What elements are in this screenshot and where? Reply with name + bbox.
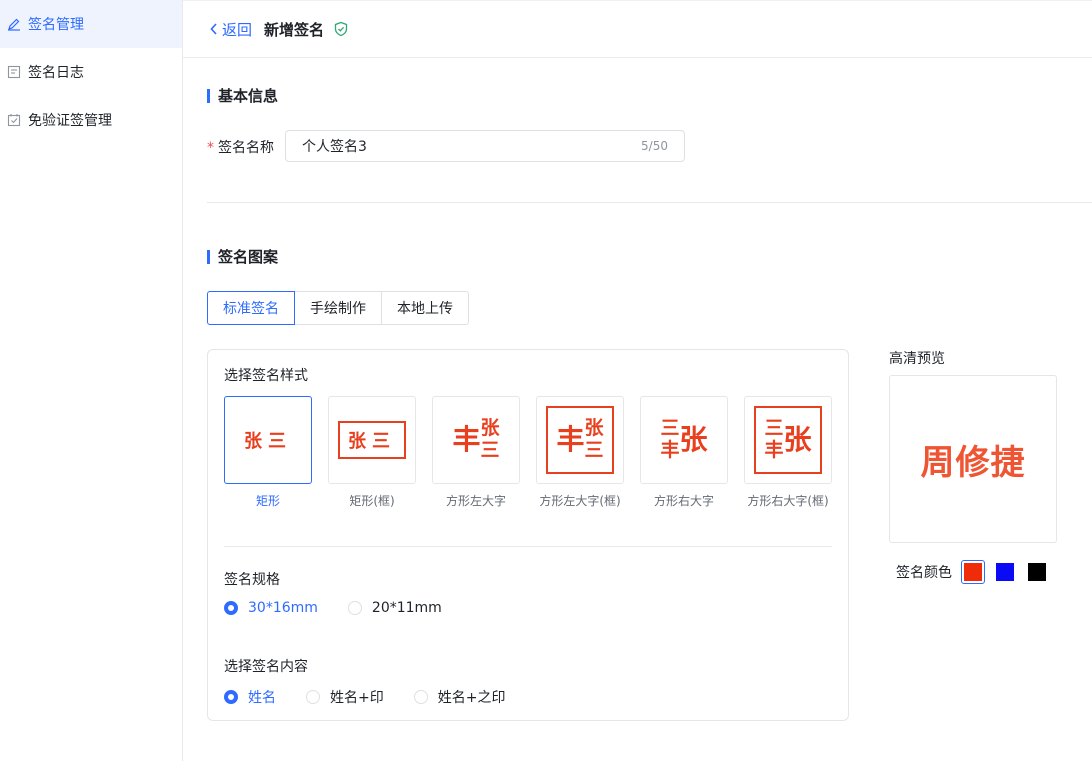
sidebar-item-label: 免验证签管理 bbox=[28, 113, 112, 129]
radio-content-name-seal[interactable]: 姓名+印 bbox=[306, 687, 384, 707]
radio-dot[interactable] bbox=[224, 690, 238, 704]
signature-style-panel: 选择签名样式 张三 矩形 张三 矩形(框) 丰 张 三 方形左大字 丰 张 三 … bbox=[207, 349, 849, 721]
sidebar-item-label: 签名管理 bbox=[28, 17, 84, 33]
size-radio-group: 30*16mm 20*11mm bbox=[224, 600, 472, 616]
style-caption: 矩形 bbox=[255, 494, 280, 508]
radio-label: 姓名 bbox=[248, 690, 276, 706]
size-label: 签名规格 bbox=[224, 572, 280, 588]
verify-icon bbox=[7, 113, 21, 127]
seal-preview-square-left-framed: 丰 张三 bbox=[546, 406, 614, 474]
section-divider bbox=[207, 202, 1092, 203]
style-option-square-left-big-framed[interactable]: 丰 张三 方形左大字(框) bbox=[536, 396, 624, 509]
page-header: 返回 新增签名 bbox=[183, 0, 1092, 58]
back-button[interactable]: 返回 bbox=[209, 19, 252, 40]
style-thumbnail[interactable]: 张三 bbox=[328, 396, 416, 484]
page-title: 新增签名 bbox=[264, 20, 325, 39]
radio-dot[interactable] bbox=[347, 601, 362, 615]
style-label: 选择签名样式 bbox=[224, 368, 308, 384]
shield-check-icon bbox=[334, 21, 348, 37]
style-options: 张三 矩形 张三 矩形(框) 丰 张三 方形左大字 丰 张 三 方形左大字(框)… bbox=[224, 396, 832, 509]
signature-color-picker: 签名颜色 bbox=[896, 560, 1057, 584]
style-thumbnail[interactable]: 丰 张三 bbox=[432, 396, 520, 484]
style-caption: 方形右大字(框) bbox=[747, 494, 829, 508]
radio-dot[interactable] bbox=[306, 690, 320, 704]
main-content: 返回 新增签名 基本信息 * 签名名称 个人签名3 5/50 签名图案 标准签名 … bbox=[183, 0, 1092, 761]
radio-size-30x16[interactable]: 30*16mm bbox=[224, 600, 318, 616]
signature-name-value[interactable]: 个人签名3 bbox=[302, 136, 367, 156]
radio-content-name-zhi-seal[interactable]: 姓名+之印 bbox=[413, 687, 506, 707]
style-option-rectangle[interactable]: 张三 矩形 bbox=[224, 396, 312, 509]
swatch-fill[interactable] bbox=[996, 563, 1014, 581]
panel-divider bbox=[224, 546, 832, 547]
radio-dot[interactable] bbox=[413, 690, 428, 704]
sidebar-item-label: 签名日志 bbox=[28, 65, 84, 81]
section-title-text: 基本信息 bbox=[218, 87, 279, 105]
back-label: 返回 bbox=[222, 20, 253, 39]
radio-label: 姓名+之印 bbox=[437, 690, 506, 706]
signature-name-input[interactable]: 个人签名3 5/50 bbox=[285, 130, 685, 162]
style-option-rectangle-framed[interactable]: 张三 矩形(框) bbox=[328, 396, 416, 509]
pen-icon bbox=[7, 17, 21, 31]
radio-label: 30*16mm bbox=[248, 600, 318, 616]
sidebar-item-signature-management[interactable]: 签名管理 bbox=[0, 0, 182, 48]
style-thumbnail[interactable]: 三丰 张 bbox=[744, 396, 832, 484]
seal-preview-square-right: 三丰 张 bbox=[660, 417, 708, 461]
section-accent-bar bbox=[207, 249, 210, 264]
sidebar-item-signature-log[interactable]: 签名日志 bbox=[0, 48, 182, 96]
pattern-tabs: 标准签名 手绘制作 本地上传 bbox=[207, 291, 469, 325]
style-thumbnail[interactable]: 丰 张三 bbox=[536, 396, 624, 484]
radio-size-20x11[interactable]: 20*11mm bbox=[347, 600, 442, 616]
style-thumbnail[interactable]: 三丰 张 bbox=[640, 396, 728, 484]
tab-local-upload[interactable]: 本地上传 bbox=[381, 291, 469, 325]
content-label: 选择签名内容 bbox=[224, 659, 308, 675]
sidebar: 签名管理 签名日志 免验证签管理 bbox=[0, 0, 183, 761]
radio-content-name[interactable]: 姓名 bbox=[224, 687, 276, 707]
swatch-fill[interactable] bbox=[964, 563, 982, 581]
radio-dot[interactable] bbox=[224, 601, 238, 615]
chevron-left-icon bbox=[210, 23, 217, 35]
color-swatch-red[interactable] bbox=[961, 560, 985, 584]
style-option-square-right-big[interactable]: 三丰 张 方形右大字 bbox=[640, 396, 728, 509]
style-option-square-right-big-framed[interactable]: 三丰 张 方形右大字(框) bbox=[744, 396, 832, 509]
log-icon bbox=[7, 65, 21, 79]
seal-preview-square-right-framed: 三丰 张 bbox=[754, 406, 822, 474]
section-title-basic-info: 基本信息 bbox=[207, 85, 278, 106]
style-caption: 方形右大字 bbox=[653, 494, 714, 508]
sidebar-item-verification-free[interactable]: 免验证签管理 bbox=[0, 96, 182, 144]
seal-preview-rect: 张三 bbox=[244, 431, 292, 452]
character-counter: 5/50 bbox=[641, 139, 668, 153]
tab-standard-signature[interactable]: 标准签名 bbox=[207, 291, 295, 325]
signature-name-label: * 签名名称 bbox=[207, 137, 274, 157]
section-accent-bar bbox=[207, 88, 210, 103]
swatch-fill[interactable] bbox=[1028, 563, 1046, 581]
color-swatch-black[interactable] bbox=[1025, 560, 1049, 584]
signature-name-label-text: 签名名称 bbox=[218, 140, 274, 156]
section-title-pattern: 签名图案 bbox=[207, 246, 278, 267]
preview-signature-text: 周修捷 bbox=[920, 442, 1026, 483]
preview-label: 高清预览 bbox=[889, 351, 945, 367]
radio-label: 姓名+印 bbox=[330, 690, 384, 706]
style-caption: 方形左大字(框) bbox=[539, 494, 621, 508]
seal-preview-rect-framed: 张三 bbox=[338, 421, 406, 459]
style-option-square-left-big[interactable]: 丰 张三 方形左大字 bbox=[432, 396, 520, 509]
style-caption: 矩形(框) bbox=[349, 494, 395, 508]
radio-label: 20*11mm bbox=[371, 600, 442, 616]
color-swatch-blue[interactable] bbox=[993, 560, 1017, 584]
style-caption: 方形左大字 bbox=[445, 494, 506, 508]
color-label: 签名颜色 bbox=[896, 565, 952, 581]
section-title-text: 签名图案 bbox=[218, 248, 279, 266]
seal-preview-square-left: 丰 张三 bbox=[452, 417, 500, 461]
content-radio-group: 姓名 姓名+印 姓名+之印 bbox=[224, 687, 535, 707]
style-thumbnail[interactable]: 张三 bbox=[224, 396, 312, 484]
preview-box: 周修捷 bbox=[889, 375, 1057, 543]
tab-hand-drawn[interactable]: 手绘制作 bbox=[294, 291, 382, 325]
required-mark: * bbox=[207, 140, 214, 156]
